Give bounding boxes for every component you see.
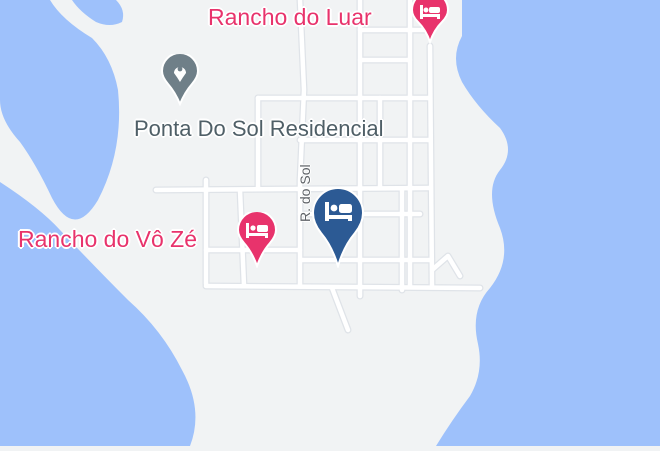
selected-hotel-pin[interactable] bbox=[310, 186, 366, 268]
location-pin-ponta-do-sol[interactable] bbox=[160, 54, 200, 106]
poi-label-rancho-do-luar[interactable]: Rancho do Luar bbox=[208, 6, 372, 29]
hotel-pin-rancho-do-luar[interactable] bbox=[410, 0, 450, 44]
map-canvas[interactable]: Rancho do Luar Ponta Do Sol Residencial … bbox=[0, 0, 660, 446]
poi-label-ponta-do-sol[interactable]: Ponta Do Sol Residencial bbox=[134, 118, 383, 140]
poi-label-rancho-do-vo-ze[interactable]: Rancho do Vô Zé bbox=[18, 228, 197, 251]
hotel-pin-rancho-do-vo-ze[interactable] bbox=[236, 212, 278, 268]
